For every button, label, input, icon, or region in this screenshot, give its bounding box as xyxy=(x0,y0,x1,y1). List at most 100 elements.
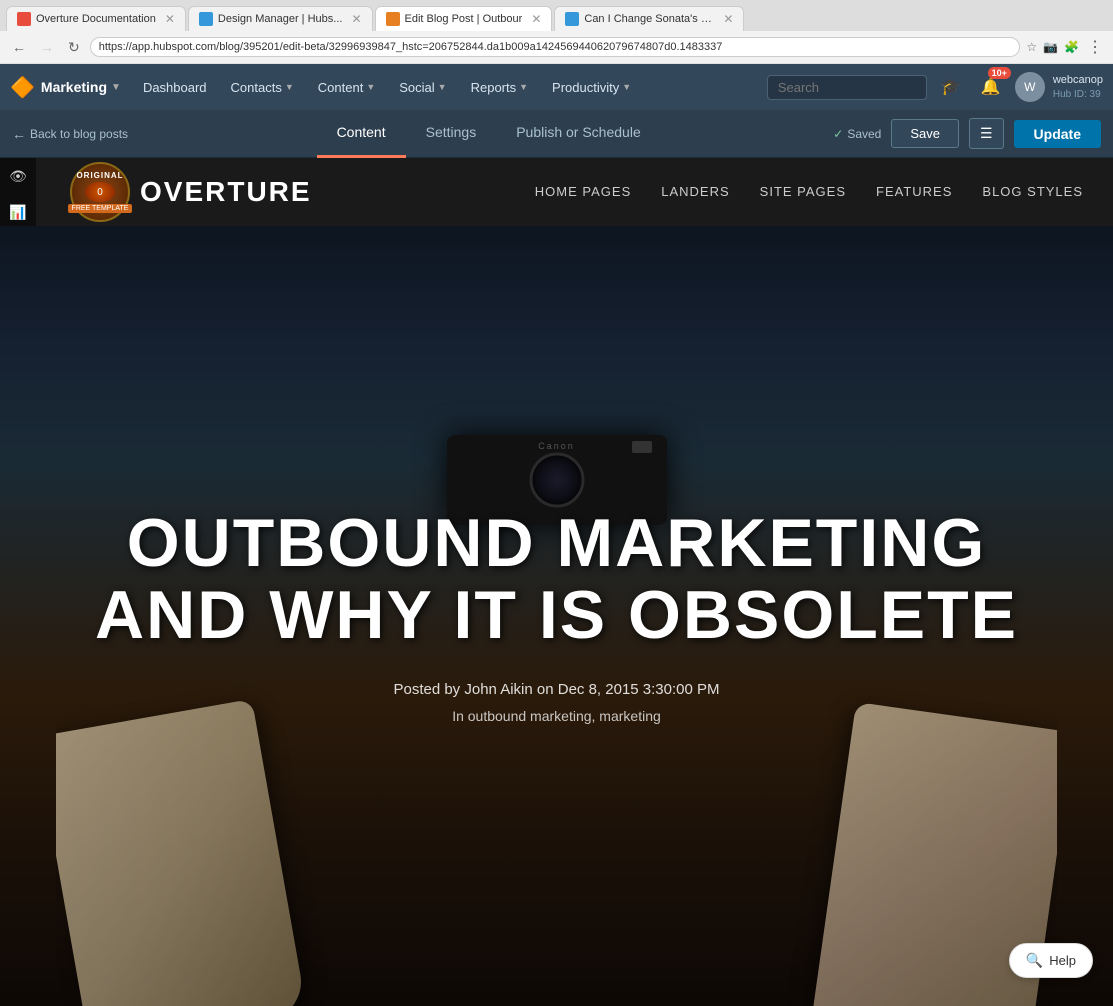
site-menu-blog-styles[interactable]: BLOG STYLES xyxy=(982,180,1083,205)
tab-publish-label: Publish or Schedule xyxy=(516,124,641,140)
camera-top-detail xyxy=(632,441,652,453)
search-help-icon: 🔍 xyxy=(1026,952,1043,969)
tab-2[interactable]: Design Manager | Hubs... ✕ xyxy=(188,6,373,31)
save-button[interactable]: Save xyxy=(891,119,959,148)
hero-title: OUTBOUND MARKETING AND WHY IT IS OBSOLET… xyxy=(77,508,1037,651)
nav-item-content[interactable]: Content ▼ xyxy=(306,64,387,110)
nav-label-contacts: Contacts xyxy=(231,80,282,95)
nav-label-dashboard: Dashboard xyxy=(143,80,207,95)
saved-indicator: ✓ Saved xyxy=(833,127,881,141)
tab-content-label: Content xyxy=(337,124,386,140)
tab-close-1[interactable]: ✕ xyxy=(165,12,175,26)
nav-arrow-content: ▼ xyxy=(366,82,375,92)
hero-section: Canon OUTBOUND MARKETING AND WHY IT IS O… xyxy=(0,226,1113,1006)
help-label: Help xyxy=(1049,953,1076,968)
more-options-button[interactable]: ☰ xyxy=(969,118,1004,149)
tab-publish[interactable]: Publish or Schedule xyxy=(496,110,661,158)
tab-close-4[interactable]: ✕ xyxy=(723,12,733,26)
nav-arrow-contacts: ▼ xyxy=(285,82,294,92)
tab-1[interactable]: Overture Documentation ✕ xyxy=(6,6,186,31)
back-label: Back to blog posts xyxy=(30,127,128,141)
tab-favicon-2 xyxy=(199,12,213,26)
logo-original-text: ORIGINAL xyxy=(68,171,133,180)
account-name: webcanop xyxy=(1053,73,1103,87)
nav-label-content: Content xyxy=(318,80,364,95)
hub-id: Hub ID: 39 xyxy=(1053,88,1103,101)
tab-close-3[interactable]: ✕ xyxy=(531,12,541,26)
nav-item-social[interactable]: Social ▼ xyxy=(387,64,458,110)
forward-nav-button[interactable]: → xyxy=(36,37,58,57)
extensions-icon[interactable]: 🧩 xyxy=(1064,40,1079,54)
address-bar: ← → ↻ ☆ 📷 🧩 ⋮ xyxy=(0,31,1113,64)
notifications-button[interactable]: 🔔 10+ xyxy=(975,71,1007,103)
site-menu-landers-label: LANDERS xyxy=(661,184,729,199)
eye-icon[interactable]: 👁 xyxy=(0,158,36,194)
account-info[interactable]: webcanop Hub ID: 39 xyxy=(1053,73,1103,100)
hubspot-logo: 🔶 xyxy=(10,75,35,100)
site-menu-site-pages[interactable]: SITE PAGES xyxy=(760,180,846,205)
site-nav: 👁 📊 📦 ORIGINAL 0 FREE TEMPLATE OVERTURE … xyxy=(0,158,1113,226)
academy-icon[interactable]: 🎓 xyxy=(935,71,967,103)
camera-icon[interactable]: 📷 xyxy=(1043,40,1058,54)
tab-settings[interactable]: Settings xyxy=(406,110,497,158)
nav-right: 🎓 🔔 10+ W webcanop Hub ID: 39 xyxy=(767,71,1103,103)
help-button[interactable]: 🔍 Help xyxy=(1009,943,1093,978)
edit-bar-actions: ✓ Saved Save ☰ Update xyxy=(833,118,1101,149)
logo-badge: ORIGINAL 0 FREE TEMPLATE xyxy=(70,162,130,222)
nav-arrow-social: ▼ xyxy=(438,82,447,92)
tab-label-4: Can I Change Sonata's L... xyxy=(584,13,714,25)
nav-label-productivity: Productivity xyxy=(552,80,619,95)
site-menu-features[interactable]: FEATURES xyxy=(876,180,952,205)
site-menu-home-pages[interactable]: HOME PAGES xyxy=(535,180,631,205)
chart-icon[interactable]: 📊 xyxy=(0,194,36,230)
site-menu-home-pages-label: HOME PAGES xyxy=(535,184,631,199)
tab-content[interactable]: Content xyxy=(317,110,406,158)
address-input[interactable] xyxy=(90,37,1021,57)
saved-label: Saved xyxy=(847,127,881,141)
menu-button[interactable]: ⋮ xyxy=(1085,35,1105,59)
search-input[interactable] xyxy=(767,75,927,100)
nav-item-dashboard[interactable]: Dashboard xyxy=(131,64,219,110)
nav-item-productivity[interactable]: Productivity ▼ xyxy=(540,64,643,110)
nav-items: Dashboard Contacts ▼ Content ▼ Social ▼ … xyxy=(131,64,759,110)
avatar[interactable]: W xyxy=(1015,72,1045,102)
site-menu-blog-styles-label: BLOG STYLES xyxy=(982,184,1083,199)
tab-close-2[interactable]: ✕ xyxy=(351,12,361,26)
nav-item-reports[interactable]: Reports ▼ xyxy=(459,64,540,110)
hero-content: OUTBOUND MARKETING AND WHY IT IS OBSOLET… xyxy=(57,488,1057,744)
tab-4[interactable]: Can I Change Sonata's L... ✕ xyxy=(554,6,744,31)
tab-favicon-1 xyxy=(17,12,31,26)
back-to-posts-button[interactable]: ← Back to blog posts xyxy=(12,126,128,142)
nav-arrow-reports: ▼ xyxy=(519,82,528,92)
notifications-badge: 10+ xyxy=(988,67,1011,79)
logo-circle: 0 xyxy=(85,182,115,202)
site-menu-landers[interactable]: LANDERS xyxy=(661,180,729,205)
camera-brand-label: Canon xyxy=(538,441,575,451)
back-arrow-icon: ← xyxy=(12,126,26,142)
site-wordmark: OVERTURE xyxy=(140,176,312,208)
tab-label-2: Design Manager | Hubs... xyxy=(218,13,343,25)
tab-favicon-4 xyxy=(565,12,579,26)
nav-arrow-productivity: ▼ xyxy=(622,82,631,92)
tab-settings-label: Settings xyxy=(426,124,477,140)
avatar-initials: W xyxy=(1024,80,1035,94)
logo-number: 0 xyxy=(97,187,103,198)
update-button[interactable]: Update xyxy=(1014,120,1101,148)
checkmark-icon: ✓ xyxy=(833,127,843,141)
browser-chrome: Overture Documentation ✕ Design Manager … xyxy=(0,0,1113,64)
brand-label: Marketing xyxy=(41,79,107,95)
nav-item-contacts[interactable]: Contacts ▼ xyxy=(219,64,306,110)
site-menu: HOME PAGES LANDERS SITE PAGES FEATURES B… xyxy=(535,180,1083,205)
brand-menu[interactable]: Marketing ▼ xyxy=(41,79,121,95)
back-nav-button[interactable]: ← xyxy=(8,37,30,57)
tab-label-3: Edit Blog Post | Outbour xyxy=(405,13,523,25)
site-menu-site-pages-label: SITE PAGES xyxy=(760,184,846,199)
nav-label-reports: Reports xyxy=(471,80,517,95)
site-menu-features-label: FEATURES xyxy=(876,184,952,199)
nav-label-social: Social xyxy=(399,80,434,95)
bookmark-icon[interactable]: ☆ xyxy=(1026,40,1037,54)
logo-free-template: FREE TEMPLATE xyxy=(68,204,133,213)
site-logo: ORIGINAL 0 FREE TEMPLATE OVERTURE xyxy=(70,162,312,222)
tab-3[interactable]: Edit Blog Post | Outbour ✕ xyxy=(375,6,553,31)
refresh-button[interactable]: ↻ xyxy=(64,37,84,58)
